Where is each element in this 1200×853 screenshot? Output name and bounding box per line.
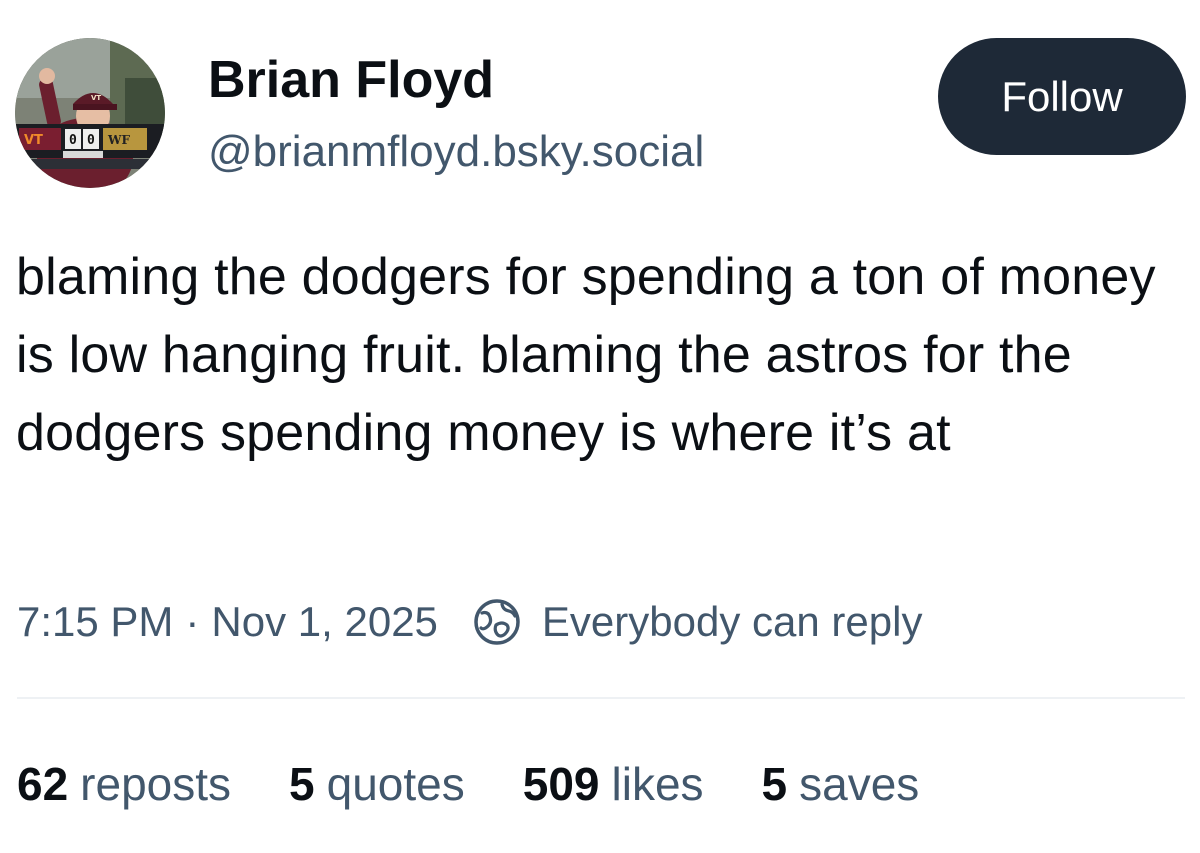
reply-setting-button[interactable]: Everybody can reply bbox=[472, 597, 923, 647]
saves-count: 5 bbox=[761, 758, 788, 810]
likes-label: likes bbox=[611, 758, 704, 810]
saves-label: saves bbox=[799, 758, 920, 810]
follow-button[interactable]: Follow bbox=[938, 38, 1186, 155]
post-card: VT VT 0 0 WF Brian Floyd @brianmfloyd.bs… bbox=[0, 0, 1200, 853]
avatar-photo-icon: VT VT 0 0 WF bbox=[15, 38, 165, 188]
svg-text:WF: WF bbox=[107, 133, 130, 147]
svg-text:0: 0 bbox=[69, 133, 77, 148]
globe-icon bbox=[472, 597, 522, 647]
svg-text:VT: VT bbox=[91, 94, 101, 102]
likes-stat[interactable]: 509 likes bbox=[523, 757, 704, 811]
post-time[interactable]: 7:15 PM bbox=[17, 598, 173, 646]
author-display-name[interactable]: Brian Floyd bbox=[208, 50, 494, 110]
post-stats: 62 reposts 5 quotes 509 likes 5 saves bbox=[17, 752, 919, 816]
post-date[interactable]: Nov 1, 2025 bbox=[211, 598, 438, 646]
saves-stat[interactable]: 5 saves bbox=[762, 757, 920, 811]
svg-text:VT: VT bbox=[24, 133, 43, 148]
likes-count: 509 bbox=[522, 758, 600, 810]
quotes-stat[interactable]: 5 quotes bbox=[289, 757, 465, 811]
post-meta: 7:15 PM · Nov 1, 2025 Everybody can repl… bbox=[17, 592, 922, 652]
divider bbox=[17, 697, 1185, 699]
avatar[interactable]: VT VT 0 0 WF bbox=[15, 38, 165, 188]
svg-text:0: 0 bbox=[87, 133, 95, 148]
meta-separator: · bbox=[185, 598, 200, 645]
reply-setting-label: Everybody can reply bbox=[541, 598, 923, 645]
author-handle[interactable]: @brianmfloyd.bsky.social bbox=[208, 125, 704, 179]
quotes-label: quotes bbox=[326, 758, 465, 810]
quotes-count: 5 bbox=[289, 758, 315, 810]
reposts-count: 62 bbox=[17, 758, 69, 810]
reposts-label: reposts bbox=[80, 758, 232, 810]
post-text: blaming the dodgers for spending a ton o… bbox=[16, 248, 1156, 462]
reposts-stat[interactable]: 62 reposts bbox=[17, 757, 231, 811]
